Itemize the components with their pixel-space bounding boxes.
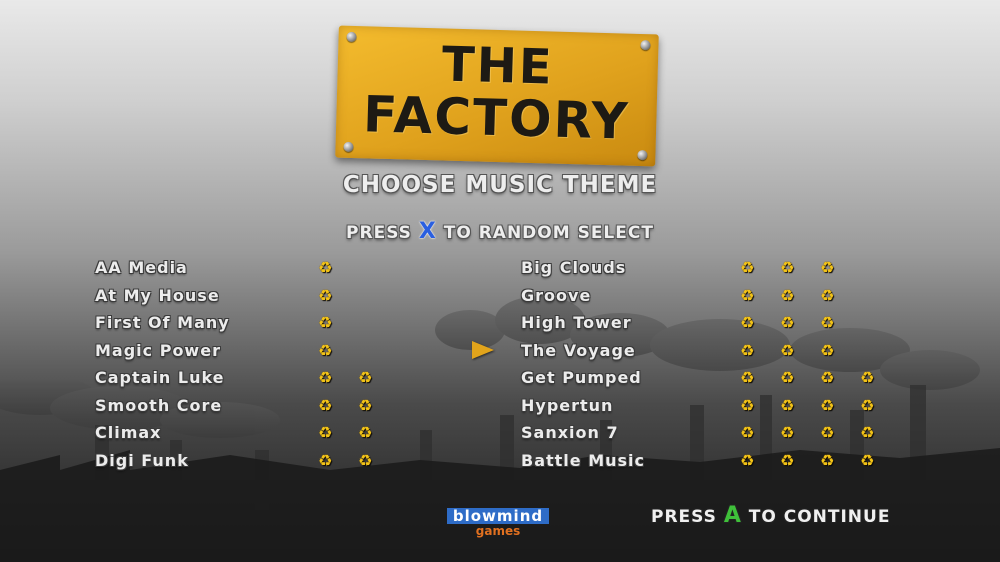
track-name: High Tower bbox=[521, 313, 632, 332]
track-name: Climax bbox=[95, 423, 162, 442]
track-name: Digi Funk bbox=[95, 450, 189, 470]
recycle-icon: ♻ bbox=[740, 313, 755, 332]
the-factory-sign: THE FACTORY bbox=[335, 25, 659, 167]
recycle-icon: ♻ bbox=[740, 368, 755, 387]
recycle-icon: ♻ bbox=[740, 258, 755, 277]
recycle-icon: ♻ bbox=[358, 450, 373, 470]
continue-prompt-after: TO CONTINUE bbox=[748, 507, 891, 527]
recycle-icon: ♻ bbox=[318, 313, 333, 332]
random-prompt-before: PRESS bbox=[346, 223, 412, 243]
logo-brand: blowmind bbox=[446, 508, 550, 524]
recycle-icon: ♻ bbox=[318, 285, 333, 305]
track-name: First Of Many bbox=[95, 313, 230, 332]
recycle-icon: ♻ bbox=[820, 368, 835, 387]
recycle-icon: ♻ bbox=[780, 285, 795, 305]
track-name: Hypertun bbox=[521, 395, 614, 415]
recycle-icon: ♻ bbox=[318, 340, 333, 360]
recycle-icon: ♻ bbox=[780, 258, 795, 277]
recycle-icon: ♻ bbox=[820, 313, 835, 332]
recycle-icon: ♻ bbox=[740, 450, 755, 470]
recycle-icon: ♻ bbox=[740, 423, 755, 442]
recycle-icon: ♻ bbox=[780, 423, 795, 442]
recycle-icon: ♻ bbox=[740, 340, 755, 360]
continue-prompt-before: PRESS bbox=[651, 507, 717, 527]
recycle-icon: ♻ bbox=[820, 395, 835, 415]
recycle-icon: ♻ bbox=[820, 450, 835, 470]
recycle-icon: ♻ bbox=[780, 395, 795, 415]
recycle-icon: ♻ bbox=[820, 258, 835, 277]
recycle-icon: ♻ bbox=[860, 423, 875, 442]
recycle-icon: ♻ bbox=[740, 395, 755, 415]
recycle-icon: ♻ bbox=[860, 368, 875, 387]
recycle-icon: ♻ bbox=[358, 423, 373, 442]
recycle-icon: ♻ bbox=[820, 340, 835, 360]
recycle-icon: ♻ bbox=[860, 450, 875, 470]
recycle-icon: ♻ bbox=[780, 450, 795, 470]
recycle-icon: ♻ bbox=[780, 313, 795, 332]
track-name: Big Clouds bbox=[521, 258, 627, 277]
selection-arrow-icon bbox=[472, 341, 494, 359]
track-name: At My House bbox=[95, 285, 220, 305]
recycle-icon: ♻ bbox=[780, 368, 795, 387]
recycle-icon: ♻ bbox=[318, 423, 333, 442]
blowmind-games-logo: blowmind games bbox=[433, 506, 563, 538]
track-name: Captain Luke bbox=[95, 368, 225, 387]
bolt-icon bbox=[343, 141, 354, 153]
logo-sub: games bbox=[475, 524, 521, 538]
track-name: Smooth Core bbox=[95, 395, 223, 415]
track-name: Battle Music bbox=[521, 450, 645, 470]
page-title: CHOOSE MUSIC THEME bbox=[342, 172, 658, 198]
bolt-icon bbox=[637, 149, 648, 161]
recycle-icon: ♻ bbox=[318, 368, 333, 387]
a-button-icon: A bbox=[723, 503, 742, 528]
recycle-icon: ♻ bbox=[318, 395, 333, 415]
sign-title-line2: FACTORY bbox=[362, 85, 631, 151]
recycle-icon: ♻ bbox=[318, 450, 333, 470]
recycle-icon: ♻ bbox=[820, 285, 835, 305]
x-button-icon: X bbox=[418, 219, 437, 244]
recycle-icon: ♻ bbox=[860, 395, 875, 415]
track-name: Sanxion 7 bbox=[521, 423, 619, 442]
recycle-icon: ♻ bbox=[820, 423, 835, 442]
recycle-icon: ♻ bbox=[318, 258, 333, 277]
recycle-icon: ♻ bbox=[780, 340, 795, 360]
track-name: The Voyage bbox=[521, 340, 636, 360]
track-name: AA Media bbox=[95, 258, 188, 277]
random-select-prompt: PRESS X TO RANDOM SELECT bbox=[0, 219, 1000, 244]
track-name: Groove bbox=[521, 285, 592, 305]
random-prompt-after: TO RANDOM SELECT bbox=[443, 223, 654, 243]
recycle-icon: ♻ bbox=[358, 395, 373, 415]
track-name: Get Pumped bbox=[521, 368, 642, 387]
track-name: Magic Power bbox=[95, 340, 221, 360]
recycle-icon: ♻ bbox=[358, 368, 373, 387]
continue-prompt[interactable]: PRESS A TO CONTINUE bbox=[651, 503, 890, 528]
recycle-icon: ♻ bbox=[740, 285, 755, 305]
